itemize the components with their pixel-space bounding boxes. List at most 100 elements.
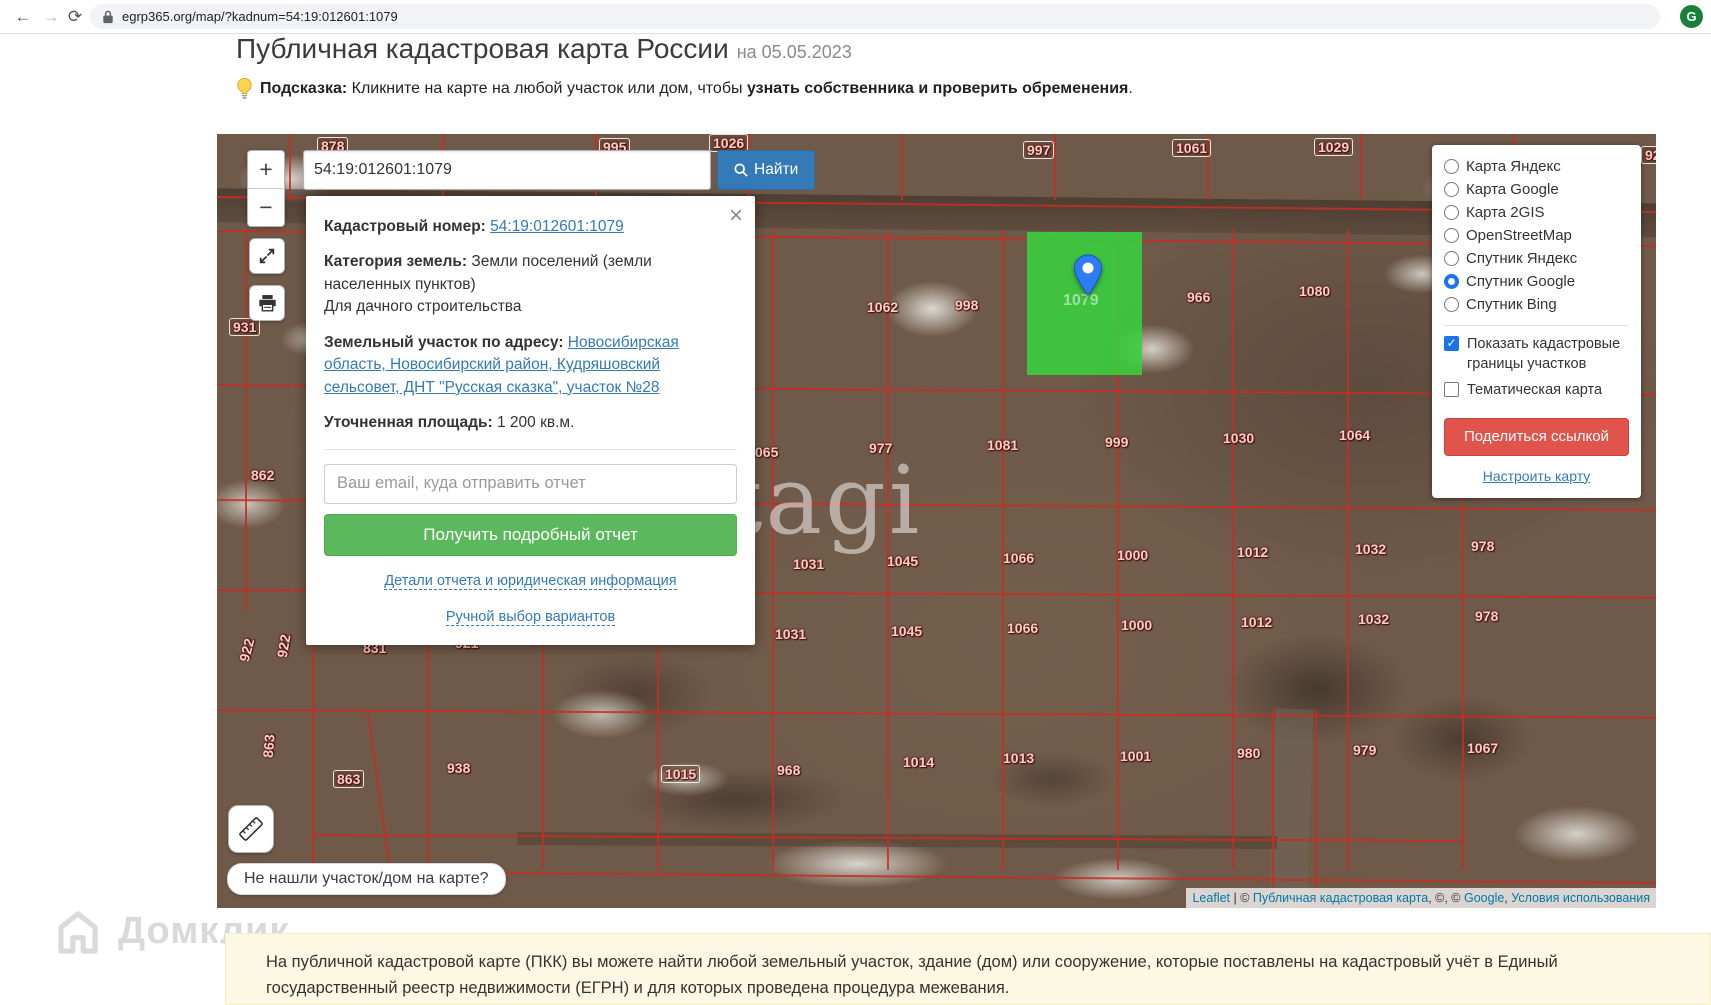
layer-option-3[interactable]: Карта 2GIS (1444, 201, 1629, 224)
url-bar[interactable]: egrp365.org/map/?kadnum=54:19:012601:107… (90, 4, 1660, 29)
parcel-number: 1067 (1467, 740, 1499, 756)
cadnum-link[interactable]: 54:19:012601:1079 (490, 218, 624, 235)
parcel-number: 1029 (1314, 138, 1354, 156)
parcel-number: 1061 (1172, 139, 1212, 157)
find-button[interactable]: Найти (717, 150, 816, 190)
house-icon (58, 911, 98, 954)
zoom-out-button[interactable]: − (248, 189, 284, 226)
parcel-number: 938 (447, 760, 471, 776)
not-found-button[interactable]: Не нашли участок/дом на карте? (227, 863, 506, 895)
ruler-icon (239, 817, 263, 841)
email-input[interactable] (324, 463, 737, 504)
parcel-number: 92 (1641, 146, 1656, 164)
search-input[interactable] (303, 150, 711, 190)
radio-icon (1444, 274, 1459, 289)
parcel-number: 979 (1353, 742, 1377, 758)
layer-option-1[interactable]: Карта Яндекс (1444, 155, 1629, 178)
measure-button[interactable] (228, 805, 274, 853)
parcel-number: 1081 (987, 437, 1019, 453)
configure-map-link[interactable]: Настроить карту (1483, 468, 1591, 484)
radio-icon (1444, 297, 1459, 312)
parcel-number: 1062 (867, 299, 899, 315)
parcel-number: 998 (955, 297, 979, 313)
layer-options: Карта Яндекс Карта Google Карта 2GIS OpenSt… (1444, 155, 1629, 316)
zoom-in-button[interactable]: + (248, 151, 284, 189)
parcel-number: 862 (251, 467, 275, 483)
parcel-number: 922 (273, 633, 294, 659)
back-icon[interactable]: ← (10, 4, 36, 30)
checkbox-icon: ✓ (1444, 336, 1459, 351)
layer-checkbox-2[interactable]: Тематическая карта (1444, 381, 1629, 401)
close-icon[interactable]: × (729, 204, 743, 228)
parcel-number: 1013 (1003, 750, 1035, 766)
layers-panel: Карта Яндекс Карта Google Карта 2GIS OpenSt… (1432, 145, 1641, 498)
parcel-number: 1064 (1339, 427, 1371, 443)
layer-option-2[interactable]: Карта Google (1444, 178, 1629, 201)
parcel-number: 968 (777, 762, 801, 778)
terms-link[interactable]: Условия использования (1511, 891, 1650, 905)
browser-chrome: ← → ⟳ egrp365.org/map/?kadnum=54:19:0126… (0, 0, 1711, 34)
radio-icon (1444, 205, 1459, 220)
parcel-number: 978 (1471, 538, 1495, 554)
lock-icon (102, 9, 114, 24)
search-icon (734, 163, 748, 177)
layer-checkboxes: ✓ Показать кадастровые границы участков Те… (1444, 335, 1629, 401)
leaflet-link[interactable]: Leaflet (1192, 891, 1230, 905)
layer-option-5[interactable]: Спутник Яндекс (1444, 247, 1629, 270)
report-details-link[interactable]: Детали отчета и юридическая информация (384, 572, 677, 590)
parcel-number: 1030 (1223, 430, 1255, 446)
google-link[interactable]: Google (1464, 891, 1504, 905)
fullscreen-button[interactable] (249, 238, 285, 274)
selected-parcel[interactable]: 1079 (1027, 232, 1142, 375)
radio-icon (1444, 228, 1459, 243)
parcel-number: 997 (1023, 141, 1055, 159)
parcel-number: 1031 (775, 626, 807, 642)
map-date: на 05.05.2023 (736, 42, 852, 62)
parcel-number: 1014 (903, 754, 935, 770)
parcel-number: 1000 (1117, 547, 1149, 563)
parcel-number: 999 (1105, 434, 1129, 450)
parcel-number: 1012 (1241, 614, 1273, 630)
map[interactable]: 8789951026997106110299210629989661080065… (217, 134, 1656, 908)
radio-icon (1444, 251, 1459, 266)
print-button[interactable] (249, 285, 285, 321)
parcel-number: 966 (1187, 289, 1211, 305)
map-attribution: Leaflet | © Публичная кадастровая карта,… (1186, 888, 1656, 908)
manual-select-link[interactable]: Ручной выбор вариантов (445, 609, 616, 627)
layer-option-7[interactable]: Спутник Bing (1444, 293, 1629, 316)
parcel-number: 1000 (1121, 617, 1153, 633)
radio-icon (1444, 159, 1459, 174)
get-report-button[interactable]: Получить подробный отчет (324, 513, 737, 556)
map-marker-icon (1073, 254, 1103, 296)
parcel-number: 1032 (1355, 541, 1387, 557)
zoom-control: + − (247, 150, 285, 227)
parcel-number: 922 (235, 636, 258, 664)
layer-option-4[interactable]: OpenStreetMap (1444, 224, 1629, 247)
page-title: Публичная кадастровая карта России на 05.… (236, 33, 852, 64)
hint-line: Подсказка: Кликните на карте на любой уч… (236, 77, 1133, 100)
share-link-button[interactable]: Поделиться ссылкой (1444, 417, 1629, 456)
parcel-number: 1066 (1007, 620, 1039, 636)
lightbulb-icon (236, 77, 253, 100)
layer-option-6[interactable]: Спутник Google (1444, 270, 1629, 293)
parcel-number: 1032 (1358, 611, 1390, 627)
reload-icon[interactable]: ⟳ (62, 4, 88, 30)
track (516, 832, 1278, 849)
info-text: На публичной кадастровой карте (ПКК) вы … (266, 953, 1558, 997)
parcel-number: 1031 (793, 556, 825, 572)
layer-checkbox-1[interactable]: ✓ Показать кадастровые границы участков (1444, 335, 1629, 374)
parcel-number: 1012 (1237, 544, 1269, 560)
profile-avatar[interactable]: G (1680, 5, 1703, 28)
print-icon (258, 295, 276, 312)
forward-icon[interactable]: → (38, 4, 64, 30)
parcel-number: 978 (1475, 608, 1499, 624)
parcel-number: 1001 (1120, 748, 1152, 764)
radio-icon (1444, 182, 1459, 197)
parcel-number: 1015 (661, 765, 701, 783)
pkk-link[interactable]: Публичная кадастровая карта (1253, 891, 1428, 905)
checkbox-icon (1444, 382, 1459, 398)
fullscreen-icon (259, 248, 275, 264)
parcel-number: 1066 (1003, 550, 1035, 566)
url-text: egrp365.org/map/?kadnum=54:19:012601:107… (122, 9, 398, 24)
parcel-number: 863 (259, 733, 278, 759)
